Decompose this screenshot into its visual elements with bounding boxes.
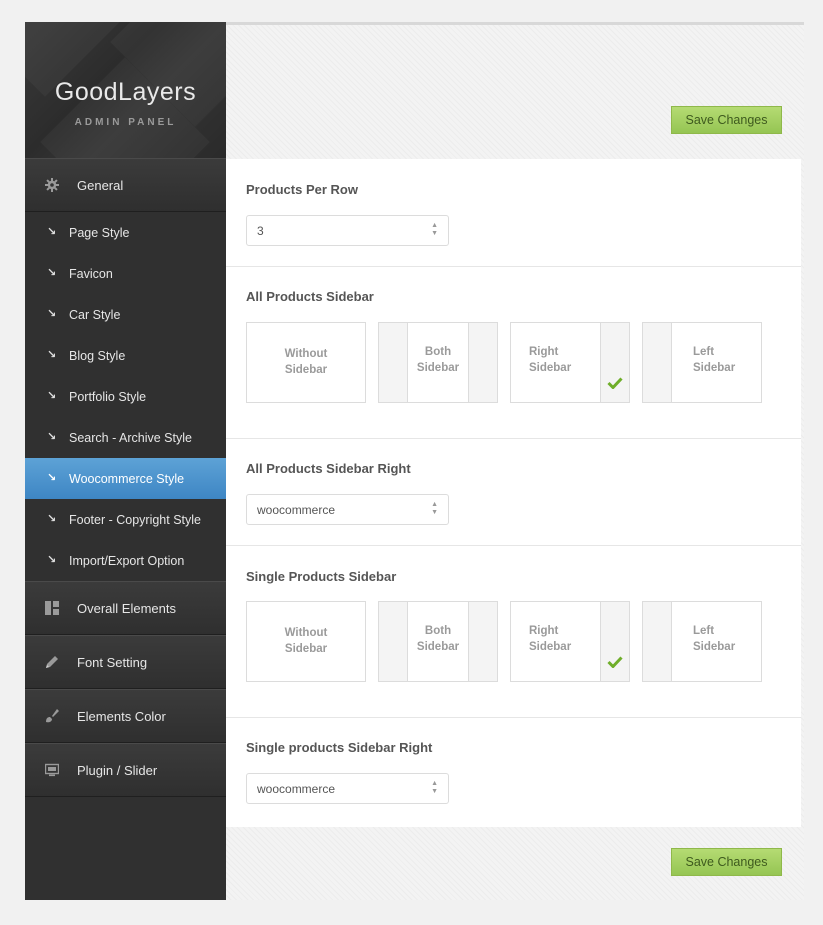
option-label-line: Without — [284, 627, 328, 639]
sidebar-option-right-selected[interactable]: Right Sidebar — [510, 601, 630, 682]
updown-arrows-icon: ▲ ▼ — [431, 501, 438, 516]
products-per-row-select[interactable]: 3 ▲ ▼ — [246, 215, 449, 246]
section-title: Single Products Sidebar — [246, 569, 397, 584]
sidebar-option-without[interactable]: Without Sidebar — [246, 322, 366, 403]
option-label-line: Sidebar — [693, 641, 736, 653]
sidebar-subitem-label: Woocommerce Style — [69, 472, 185, 486]
monitor-icon — [44, 763, 60, 777]
sidebar-subitem-woocommerce-style[interactable]: ↘ Woocommerce Style — [25, 458, 226, 499]
option-label-line: Sidebar — [284, 364, 328, 376]
save-changes-button-top[interactable]: Save Changes — [671, 106, 782, 134]
all-products-sidebar-right-select[interactable]: woocommerce ▲ ▼ — [246, 494, 449, 525]
option-label-line: Left — [693, 625, 715, 637]
sidebar-option-right-selected[interactable]: Right Sidebar — [510, 322, 630, 403]
settings-main: Save Changes Products Per Row 3 ▲ ▼ All P… — [226, 22, 804, 900]
arrow-down-right-icon: ↘ — [47, 472, 57, 484]
sidebar-subitem-page-style[interactable]: ↘ Page Style — [25, 212, 226, 253]
section-title: All Products Sidebar Right — [246, 461, 411, 476]
sidebar-subitem-label: Portfolio Style — [69, 390, 147, 404]
section-all-products-sidebar: All Products Sidebar Without Sidebar Both… — [226, 267, 801, 439]
option-label-line: Left — [693, 346, 715, 358]
section-single-products-sidebar: Single Products Sidebar Without Sidebar B… — [226, 546, 801, 718]
sidebar-item-label: Font Setting — [77, 655, 148, 670]
sidebar-item-label: Overall Elements — [77, 601, 176, 616]
arrow-down-right-icon: ↘ — [47, 513, 57, 525]
updown-arrows-icon: ▲ ▼ — [431, 780, 438, 795]
option-label-line: Sidebar — [693, 362, 736, 374]
section-all-products-sidebar-right: All Products Sidebar Right woocommerce ▲… — [226, 439, 801, 546]
section-single-products-sidebar-right: Single products Sidebar Right woocommerc… — [226, 718, 801, 827]
sidebar-subitem-car-style[interactable]: ↘ Car Style — [25, 294, 226, 335]
checkmark-icon — [607, 655, 623, 673]
sidebar-subitem-label: Favicon — [69, 267, 113, 281]
section-title: All Products Sidebar — [246, 289, 374, 304]
select-value: 3 — [257, 224, 264, 238]
arrow-down-right-icon: ↘ — [47, 390, 57, 402]
gear-icon — [45, 178, 59, 192]
sidebar-subitem-footer-copyright-style[interactable]: ↘ Footer - Copyright Style — [25, 499, 226, 540]
arrow-down-right-icon: ↘ — [47, 349, 57, 361]
option-label-line: Sidebar — [284, 643, 328, 655]
sidebar-option-left[interactable]: Left Sidebar — [642, 322, 762, 403]
single-products-sidebar-right-select[interactable]: woocommerce ▲ ▼ — [246, 773, 449, 804]
option-label-line: Right — [529, 346, 559, 358]
layout-icon — [45, 601, 59, 615]
pencil-icon — [45, 655, 59, 669]
option-label-line: Sidebar — [529, 641, 572, 653]
sidebar-option-both[interactable]: Both Sidebar — [378, 601, 498, 682]
option-label-line: Sidebar — [416, 641, 460, 653]
save-changes-button-bottom[interactable]: Save Changes — [671, 848, 782, 876]
sidebar-option-both[interactable]: Both Sidebar — [378, 322, 498, 403]
brush-icon — [45, 709, 59, 723]
select-value: woocommerce — [257, 782, 336, 796]
option-label-line: Both — [424, 625, 452, 637]
sidebar-subitem-favicon[interactable]: ↘ Favicon — [25, 253, 226, 294]
settings-panel: Products Per Row 3 ▲ ▼ All Products Sideb… — [226, 159, 801, 827]
updown-arrows-icon: ▲ ▼ — [431, 222, 438, 237]
sidebar-subitem-label: Page Style — [69, 226, 130, 240]
sidebar-subitem-blog-style[interactable]: ↘ Blog Style — [25, 335, 226, 376]
arrow-down-right-icon: ↘ — [47, 431, 57, 443]
admin-sidebar: GoodLayers ADMIN PANEL General ↘ Page Sty… — [25, 22, 226, 900]
select-value: woocommerce — [257, 503, 336, 517]
sidebar-option-without[interactable]: Without Sidebar — [246, 601, 366, 682]
brand-header: GoodLayers ADMIN PANEL — [25, 22, 226, 158]
checkmark-icon — [607, 376, 623, 394]
sidebar-item-plugin-slider[interactable]: Plugin / Slider — [25, 743, 226, 797]
section-title: Products Per Row — [246, 182, 358, 197]
sidebar-subitem-label: Blog Style — [69, 349, 126, 363]
section-products-per-row: Products Per Row 3 ▲ ▼ — [226, 159, 801, 267]
arrow-down-right-icon: ↘ — [47, 308, 57, 320]
sidebar-item-overall-elements[interactable]: Overall Elements — [25, 581, 226, 635]
section-title: Single products Sidebar Right — [246, 740, 433, 755]
sidebar-subitem-label: Footer - Copyright Style — [69, 513, 201, 527]
sidebar-subitem-portfolio-style[interactable]: ↘ Portfolio Style — [25, 376, 226, 417]
sidebar-item-label: Plugin / Slider — [77, 763, 158, 778]
option-label-line: Without — [284, 348, 328, 360]
sidebar-subitem-label: Search - Archive Style — [69, 431, 192, 445]
sidebar-subitem-label: Import/Export Option — [69, 554, 185, 568]
sidebar-item-label: General — [77, 178, 124, 193]
sidebar-item-general[interactable]: General — [25, 158, 226, 212]
sidebar-subitem-search-archive-style[interactable]: ↘ Search - Archive Style — [25, 417, 226, 458]
sidebar-item-font-setting[interactable]: Font Setting — [25, 635, 226, 689]
brand-title: GoodLayers — [54, 78, 197, 106]
sidebar-subitem-import-export-option[interactable]: ↘ Import/Export Option — [25, 540, 226, 581]
arrow-down-right-icon: ↘ — [47, 554, 57, 566]
sidebar-option-left[interactable]: Left Sidebar — [642, 601, 762, 682]
sidebar-item-elements-color[interactable]: Elements Color — [25, 689, 226, 743]
option-label-line: Sidebar — [529, 362, 572, 374]
general-submenu: ↘ Page Style ↘ Favicon ↘ Car Style ↘ Blog St… — [25, 212, 226, 581]
option-label-line: Sidebar — [416, 362, 460, 374]
sidebar-subitem-label: Car Style — [69, 308, 121, 322]
sidebar-item-label: Elements Color — [77, 709, 166, 724]
arrow-down-right-icon: ↘ — [47, 226, 57, 238]
brand-subtitle: ADMIN PANEL — [74, 117, 177, 128]
option-label-line: Right — [529, 625, 559, 637]
option-label-line: Both — [424, 346, 452, 358]
arrow-down-right-icon: ↘ — [47, 267, 57, 279]
